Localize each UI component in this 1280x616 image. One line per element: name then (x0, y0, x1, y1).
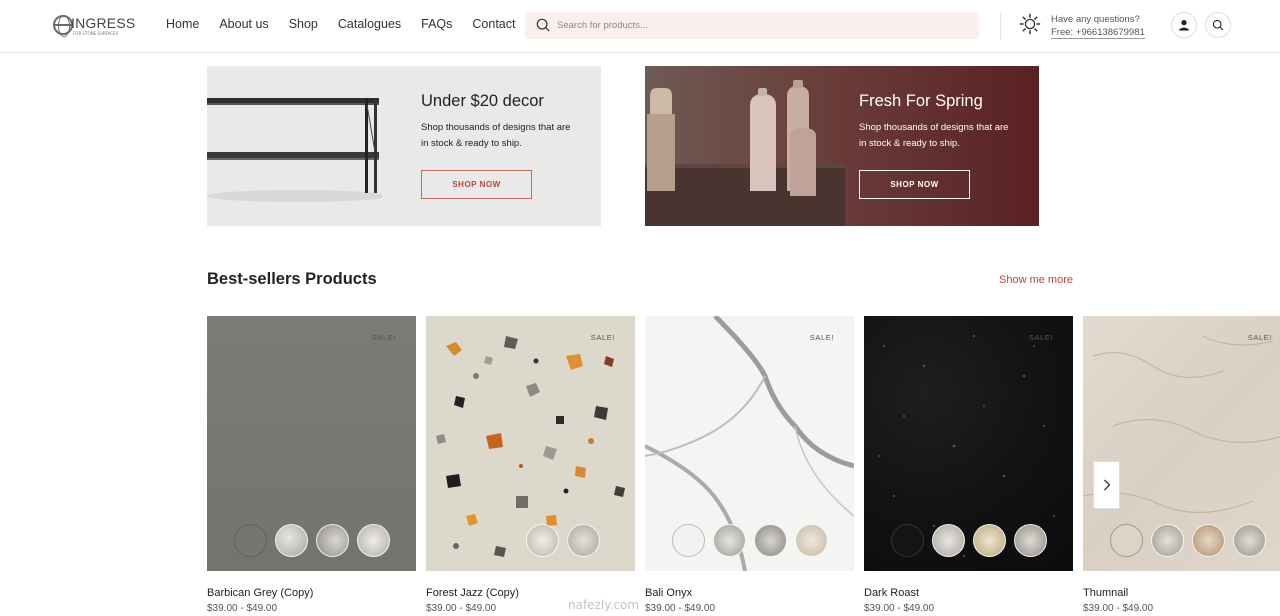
product-carousel: SALE! Barbican Grey (Copy) $39.00 - $49.… (207, 316, 1280, 616)
shop-now-button[interactable]: SHOP NOW (421, 170, 532, 199)
support-question: Have any questions? (1051, 14, 1140, 25)
nav-shop[interactable]: Shop (289, 17, 318, 31)
search-input[interactable] (557, 17, 957, 34)
swatch[interactable] (754, 524, 787, 557)
globe-icon (53, 15, 73, 37)
shelf-image (207, 98, 382, 202)
vases-image (645, 80, 845, 226)
nav-faqs[interactable]: FAQs (421, 17, 452, 31)
swatch-group (891, 524, 1047, 557)
swatch[interactable] (275, 524, 308, 557)
logo-text: INGRESS (71, 15, 136, 31)
product-image[interactable]: SALE! (1083, 316, 1280, 571)
search-icon (1212, 19, 1224, 31)
support-phone-link[interactable]: Free: +966138679981 (1051, 27, 1145, 39)
product-name[interactable]: Dark Roast (864, 587, 1073, 599)
sale-badge: SALE! (590, 333, 615, 342)
promo-banner-spring: Fresh For Spring Shop thousands of desig… (645, 66, 1039, 226)
product-price: $39.00 - $49.00 (645, 603, 716, 614)
banner-title: Under $20 decor (421, 92, 544, 110)
swatch[interactable] (234, 524, 267, 557)
site-logo[interactable]: INGRESS FOR STONE SURFACES (53, 13, 136, 39)
swatch[interactable] (1233, 524, 1266, 557)
swatch-group (526, 524, 600, 557)
chevron-right-icon (1103, 479, 1110, 491)
swatch[interactable] (1192, 524, 1225, 557)
product-card[interactable]: SALE! Barbican Grey (Copy) $39.00 - $49.… (207, 316, 416, 614)
product-image[interactable]: SALE! (207, 316, 416, 571)
swatch[interactable] (1151, 524, 1184, 557)
product-card[interactable]: SALE! Dark Roast $39.00 - $49.00 (864, 316, 1073, 614)
section-title: Best-sellers Products (207, 270, 377, 288)
swatch[interactable] (1110, 524, 1143, 557)
swatch[interactable] (357, 524, 390, 557)
nav-about-us[interactable]: About us (219, 17, 268, 31)
product-name[interactable]: Thumnail (1083, 587, 1280, 599)
swatch[interactable] (932, 524, 965, 557)
show-more-link[interactable]: Show me more (999, 274, 1073, 286)
banner-text: Shop thousands of designs that are in st… (859, 122, 1009, 149)
account-button[interactable] (1171, 12, 1197, 38)
nav-contact[interactable]: Contact (472, 17, 515, 31)
swatch-group (234, 524, 390, 557)
product-image[interactable]: SALE! (645, 316, 854, 571)
product-price: $39.00 - $49.00 (207, 603, 278, 614)
swatch[interactable] (891, 524, 924, 557)
product-price: $39.00 - $49.00 (864, 603, 935, 614)
swatch[interactable] (713, 524, 746, 557)
swatch[interactable] (316, 524, 349, 557)
site-header: INGRESS FOR STONE SURFACES Home About us… (0, 0, 1280, 53)
sale-badge: SALE! (371, 333, 396, 342)
swatch[interactable] (1014, 524, 1047, 557)
header-divider (1000, 12, 1001, 40)
support-info: Have any questions? Free: +966138679981 (1051, 13, 1145, 39)
product-card[interactable]: SALE! Forest Jazz (Copy) $39.00 - $49.00 (426, 316, 635, 614)
search-bar (525, 12, 979, 39)
swatch[interactable] (973, 524, 1006, 557)
search-icon[interactable] (536, 18, 550, 32)
product-price: $39.00 - $49.00 (1083, 603, 1154, 614)
nav-catalogues[interactable]: Catalogues (338, 17, 401, 31)
promo-banner-decor: Under $20 decor Shop thousands of design… (207, 66, 601, 226)
swatch[interactable] (567, 524, 600, 557)
product-name[interactable]: Barbican Grey (Copy) (207, 587, 416, 599)
user-icon (1179, 20, 1189, 31)
main-nav: Home About us Shop Catalogues FAQs Conta… (166, 17, 516, 31)
banner-text: Shop thousands of designs that are in st… (421, 122, 571, 149)
nav-home[interactable]: Home (166, 17, 199, 31)
sale-badge: SALE! (1028, 333, 1053, 342)
product-image[interactable]: SALE! (864, 316, 1073, 571)
watermark: nafezly.com (568, 598, 640, 612)
header-search-button[interactable] (1205, 12, 1231, 38)
product-image[interactable]: SALE! (426, 316, 635, 571)
product-name[interactable]: Bali Onyx (645, 587, 854, 599)
swatch[interactable] (795, 524, 828, 557)
swatch[interactable] (526, 524, 559, 557)
banner-title: Fresh For Spring (859, 92, 983, 110)
shop-now-button[interactable]: SHOP NOW (859, 170, 970, 199)
swatch-group (1110, 524, 1266, 557)
sale-badge: SALE! (1247, 333, 1272, 342)
swatch[interactable] (672, 524, 705, 557)
product-card[interactable]: SALE! Bali Onyx $39.00 - $49.00 (645, 316, 854, 614)
sale-badge: SALE! (809, 333, 834, 342)
logo-subtext: FOR STONE SURFACES (73, 31, 119, 36)
support-gear-icon (1019, 13, 1041, 35)
swatch-group (672, 524, 828, 557)
carousel-next-button[interactable] (1093, 461, 1120, 509)
